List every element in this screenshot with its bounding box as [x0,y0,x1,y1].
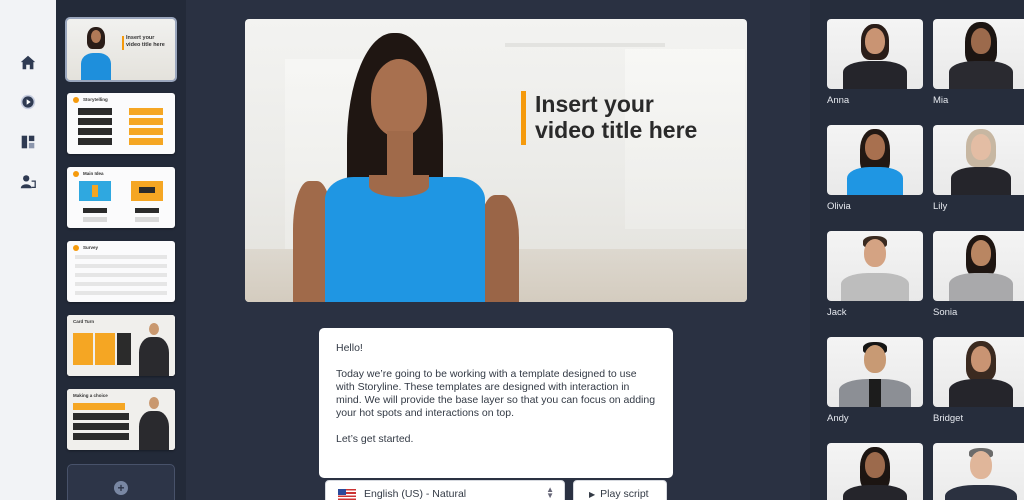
language-voice-select[interactable]: English (US) - Natural ▲ ▼ [325,480,565,500]
slide-thumbnail-6[interactable]: Making a choice [67,389,175,450]
templates-icon[interactable] [17,131,39,153]
avatar-name: Olivia [827,201,851,212]
video-title[interactable]: Insert your video title here [535,91,735,143]
avatar-name: Anna [827,95,850,106]
language-label: English (US) - Natural [364,488,467,500]
avatar-card-9[interactable] [827,443,923,500]
avatar-card-10[interactable] [933,443,1024,500]
script-greeting: Hello! [336,342,363,354]
slide-thumbnail-5[interactable]: Card Turn [67,315,175,376]
add-slide-button[interactable]: + [67,464,175,500]
title-accent-bar [521,91,526,145]
avatar-image [827,125,923,195]
slide-title: Making a choice [73,393,108,398]
avatar-image [827,19,923,89]
editor-main: Insert your video title here Hello! Toda… [186,0,810,500]
chevron-updown-icon: ▲ ▼ [546,485,554,500]
avatar-card-jack[interactable]: Jack [827,231,923,318]
script-body: Today we’re going to be working with a t… [336,368,656,419]
slide-thumbnail-3[interactable]: Main Idea [67,167,175,228]
left-nav [0,0,56,500]
slide-thumbnail-2[interactable]: Storytelling [67,93,175,154]
avatar-card-andy[interactable]: Andy [827,337,923,424]
avatar-image [933,337,1024,407]
slides-panel: Insert your video title here Storytellin… [56,0,186,500]
avatar-name: Jack [827,307,847,318]
slide-title: Main Idea [83,171,104,176]
avatar-image [827,443,923,500]
avatar-image [827,337,923,407]
avatar-card-bridget[interactable]: Bridget [933,337,1024,424]
home-icon[interactable] [17,52,39,74]
slide-title: Insert your video title here [126,35,165,48]
avatars-panel: Anna Mia Olivia Lily Jack Sonia Andy Bri… [810,0,1024,500]
play-icon: ▶ [589,490,596,499]
avatar-name: Lily [933,201,948,212]
avatar-card-lily[interactable]: Lily [933,125,1024,212]
play-script-label: Play script [600,488,649,500]
slide-title: Survey [83,245,99,250]
avatar-name: Sonia [933,307,958,318]
slide-thumbnail-4[interactable]: Survey [67,241,175,302]
play-circle-icon[interactable] [17,91,39,113]
us-flag-icon [338,489,356,500]
avatar-name: Andy [827,413,849,424]
play-script-button[interactable]: ▶ Play script [573,480,667,500]
script-editor[interactable]: Hello! Today we’re going to be working w… [319,328,673,478]
avatar-image [933,443,1024,500]
slide-thumbnail-1[interactable]: Insert your video title here [65,17,177,82]
avatar-people-icon[interactable] [17,171,39,193]
video-title-line-2: video title here [535,117,698,143]
slide-title: Storytelling [83,97,108,102]
avatar-name: Mia [933,95,949,106]
video-preview[interactable]: Insert your video title here [245,19,747,302]
script-controls: English (US) - Natural ▲ ▼ ▶ Play script [319,480,673,500]
video-title-line-1: Insert your [535,91,654,117]
avatar-name: Bridget [933,413,964,424]
avatar-card-mia[interactable]: Mia [933,19,1024,106]
plus-icon: + [114,481,128,495]
avatar-card-olivia[interactable]: Olivia [827,125,923,212]
avatar-card-sonia[interactable]: Sonia [933,231,1024,318]
avatar-image [933,231,1024,301]
avatar-image [933,19,1024,89]
avatar-image [827,231,923,301]
avatar-card-anna[interactable]: Anna [827,19,923,106]
slide-title: Card Turn [73,319,95,324]
avatar-image [933,125,1024,195]
script-closing: Let’s get started. [336,433,414,445]
